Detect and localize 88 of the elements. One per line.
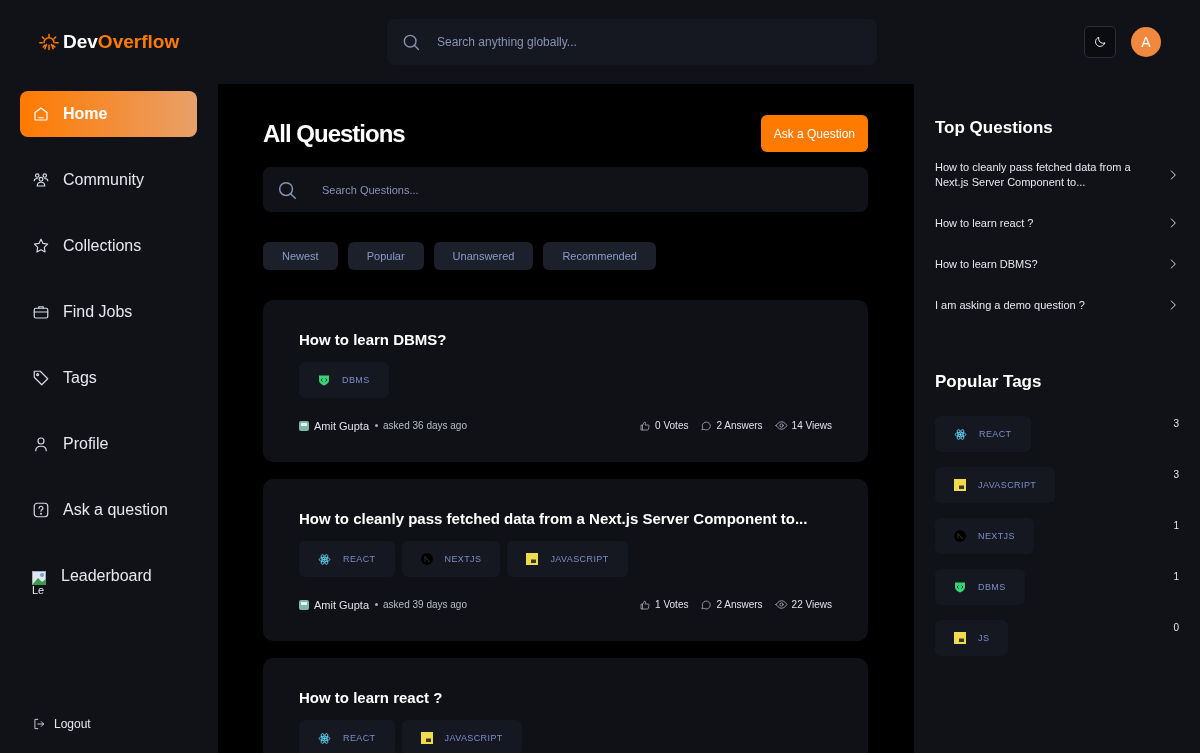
moon-icon — [1093, 35, 1107, 49]
tag-chip[interactable]: NEXTJS — [935, 518, 1034, 554]
nav-item[interactable]: Profile — [20, 421, 197, 467]
section-title: Popular Tags — [935, 372, 1043, 392]
question-title[interactable]: How to learn DBMS? — [299, 330, 447, 350]
filter-button[interactable]: Unanswered — [433, 242, 534, 270]
views-count: 22 Views — [791, 599, 832, 610]
thumbs-up-icon — [639, 598, 652, 611]
square-icon — [526, 553, 539, 565]
briefcase-icon — [32, 303, 50, 321]
author-avatar-icon — [299, 599, 309, 610]
home-icon — [32, 105, 50, 123]
eye-icon — [774, 598, 788, 611]
tag-chip[interactable]: REACT — [299, 720, 395, 753]
atom-icon — [318, 552, 331, 566]
question-icon — [32, 501, 50, 519]
search-input[interactable]: Search Questions... — [320, 182, 855, 197]
author-name[interactable]: Amit Gupta — [314, 419, 370, 432]
answers-count: 2 Answers — [716, 420, 763, 431]
tag-chip[interactable]: JAVASCRIPT — [935, 467, 1056, 503]
author-avatar-icon — [299, 420, 309, 431]
user-icon — [32, 435, 50, 453]
nav-item[interactable]: Find Jobs — [20, 289, 197, 335]
tag-count: 1 — [1173, 570, 1180, 582]
square-icon — [954, 479, 966, 491]
asked-time: asked 36 days ago — [383, 420, 467, 431]
nav-item[interactable]: Tags — [20, 355, 197, 401]
tag-chip[interactable]: JS — [935, 620, 1009, 656]
page-title: All Questions — [263, 119, 405, 148]
tag-count: 0 — [1173, 621, 1180, 633]
shield-icon — [954, 581, 966, 593]
chat-bubble-icon — [700, 598, 713, 611]
shield-icon — [318, 374, 330, 386]
global-search-field[interactable]: Search anything globally... — [387, 19, 877, 65]
separator-dot — [375, 603, 379, 606]
chat-bubble-icon — [700, 419, 713, 432]
asked-time: asked 39 days ago — [383, 599, 467, 610]
nav-item[interactable]: Le Leaderboard — [20, 553, 197, 599]
tag-count: 3 — [1173, 468, 1180, 480]
top-question-link[interactable]: I am asking a demo question ? — [935, 297, 1180, 313]
atom-icon — [954, 427, 967, 441]
separator-dot — [375, 424, 379, 427]
circle-icon — [954, 530, 966, 542]
community-icon — [32, 171, 50, 189]
sunburst-logo-icon — [39, 32, 59, 52]
eye-icon — [774, 419, 788, 432]
app-logo: DevOverflow — [63, 31, 180, 53]
answers-count: 2 Answers — [716, 599, 763, 610]
search-icon — [401, 32, 421, 52]
top-question-link[interactable]: How to cleanly pass fetched data from a Next.js Server Component to... — [935, 160, 1180, 190]
theme-toggle-button[interactable] — [1084, 26, 1116, 58]
search-input[interactable]: Search anything globally... — [435, 34, 863, 50]
atom-icon — [318, 731, 331, 745]
logout-icon — [32, 717, 46, 731]
tag-chip[interactable]: REACT — [299, 541, 395, 577]
tag-chip[interactable]: DBMS — [299, 362, 389, 398]
circle-icon — [420, 553, 433, 565]
tag-chip[interactable]: NEXTJS — [401, 541, 501, 577]
tag-icon — [32, 369, 50, 387]
broken-image-icon — [32, 570, 46, 585]
star-icon — [32, 237, 50, 255]
logout-link[interactable]: Logout — [20, 717, 91, 731]
filter-button[interactable]: Popular — [347, 242, 424, 270]
filter-button[interactable]: Recommended — [543, 242, 656, 270]
views-count: 14 Views — [791, 420, 832, 431]
filter-button[interactable]: Newest — [263, 242, 338, 270]
tag-chip[interactable]: JAVASCRIPT — [401, 720, 522, 753]
tag-count: 3 — [1173, 417, 1180, 429]
tag-chip[interactable]: DBMS — [935, 569, 1025, 605]
tag-chip[interactable]: REACT — [935, 416, 1031, 452]
tag-chip[interactable]: JAVASCRIPT — [507, 541, 628, 577]
question-search-field[interactable]: Search Questions... — [263, 167, 868, 212]
top-question-link[interactable]: How to learn DBMS? — [935, 256, 1180, 272]
nav-item[interactable]: Ask a question — [20, 487, 197, 533]
question-title[interactable]: How to cleanly pass fetched data from a Next.js Server Component to... — [299, 509, 808, 529]
question-title[interactable]: How to learn react ? — [299, 688, 443, 708]
nav-item[interactable]: Collections — [20, 223, 197, 269]
author-name[interactable]: Amit Gupta — [314, 598, 370, 611]
thumbs-up-icon — [639, 419, 652, 432]
votes-count: 0 Votes — [655, 420, 689, 431]
square-icon — [954, 632, 966, 644]
nav-item[interactable]: Community — [20, 157, 197, 203]
top-question-link[interactable]: How to learn react ? — [935, 215, 1180, 231]
square-icon — [420, 732, 433, 744]
votes-count: 1 Votes — [655, 599, 689, 610]
tag-count: 1 — [1173, 519, 1180, 531]
image-alt-text: Le — [32, 584, 46, 596]
section-title: Top Questions — [935, 118, 1054, 138]
